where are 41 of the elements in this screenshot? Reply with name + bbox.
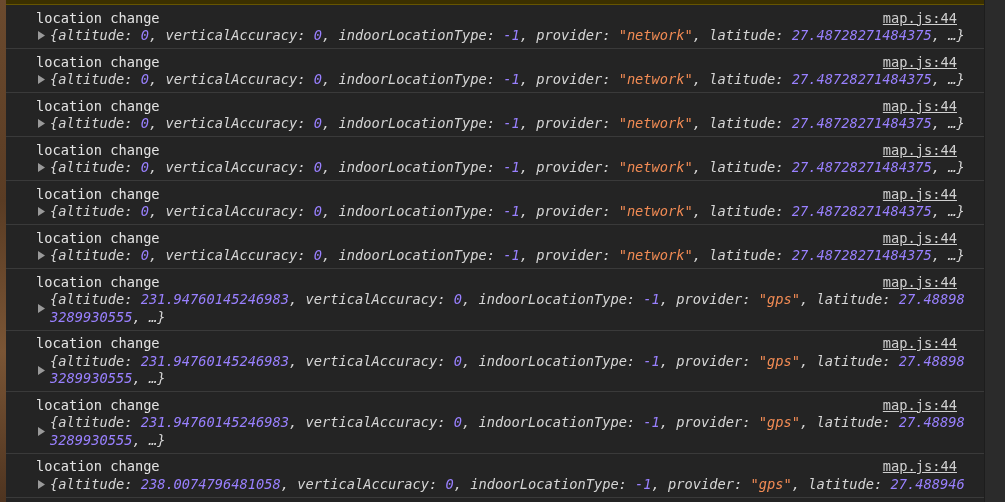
source-link[interactable]: map.js:44 bbox=[882, 396, 957, 414]
object-preview: {altitude: 231.94760145246983, verticalAccuracy: 0, indoorLocationType: -1, provider: "gps", latitude: 27.48898 3289930555, …} bbox=[50, 291, 965, 326]
object-preview: {altitude: 231.94760145246983, verticalAccuracy: 0, indoorLocationType: -1, provider: "gps", latitude: 27.48898 3289930555, …} bbox=[50, 352, 965, 388]
source-link[interactable]: map.js:44 bbox=[882, 458, 957, 476]
expand-triangle-icon[interactable] bbox=[38, 163, 45, 173]
expand-triangle-icon[interactable] bbox=[38, 365, 45, 375]
source-link[interactable]: map.js:44 bbox=[882, 229, 957, 247]
expand-triangle-icon[interactable] bbox=[38, 304, 45, 313]
log-message: location change bbox=[36, 141, 160, 159]
object-preview: {altitude: 0, verticalAccuracy: 0, indoorLocationType: -1, provider: "network", latitude: 27.48728271484375, …} bbox=[50, 247, 965, 265]
scrollbar[interactable] bbox=[984, 0, 1005, 502]
expand-triangle-icon[interactable] bbox=[38, 75, 45, 85]
log-message: location change bbox=[36, 97, 160, 115]
expand-triangle-icon[interactable] bbox=[38, 119, 45, 129]
source-link[interactable]: map.js:44 bbox=[882, 97, 957, 115]
log-message: location change bbox=[36, 335, 160, 353]
expand-triangle-icon[interactable] bbox=[38, 251, 45, 261]
object-preview: {altitude: 0, verticalAccuracy: 0, indoorLocationType: -1, provider: "network", latitude: 27.48728271484375, …} bbox=[50, 115, 965, 133]
object-preview: {altitude: 238.0074796481058, verticalAccuracy: 0, indoorLocationType: -1, provider: "gps", latitude: 27.488946 bbox=[50, 475, 965, 493]
log-message: location change bbox=[36, 185, 160, 203]
object-preview: {altitude: 0, verticalAccuracy: 0, indoorLocationType: -1, provider: "network", latitude: 27.48728271484375, …} bbox=[50, 27, 965, 45]
source-link[interactable]: map.js:44 bbox=[882, 185, 957, 203]
source-link[interactable]: map.js:44 bbox=[882, 273, 957, 291]
log-message: location change bbox=[36, 396, 160, 414]
object-preview: {altitude: 0, verticalAccuracy: 0, indoorLocationType: -1, provider: "network", latitude: 27.48728271484375, …} bbox=[50, 203, 965, 221]
log-message: location change bbox=[36, 458, 160, 476]
object-preview: {altitude: 0, verticalAccuracy: 0, indoorLocationType: -1, provider: "network", latitude: 27.48728271484375, …} bbox=[50, 159, 965, 177]
log-message: location change bbox=[36, 9, 160, 27]
expand-triangle-icon[interactable] bbox=[38, 31, 45, 41]
source-link[interactable]: map.js:44 bbox=[882, 9, 957, 27]
log-message: location change bbox=[36, 229, 160, 247]
expand-triangle-icon[interactable] bbox=[38, 479, 45, 489]
source-link[interactable]: map.js:44 bbox=[882, 141, 957, 159]
source-link[interactable]: map.js:44 bbox=[882, 335, 957, 353]
expand-triangle-icon[interactable] bbox=[38, 207, 45, 217]
object-preview: {altitude: 0, verticalAccuracy: 0, indoorLocationType: -1, provider: "network", latitude: 27.48728271484375, …} bbox=[50, 71, 965, 89]
log-message: location change bbox=[36, 273, 160, 291]
expand-triangle-icon[interactable] bbox=[38, 427, 45, 436]
source-link[interactable]: map.js:44 bbox=[882, 53, 957, 71]
log-message: location change bbox=[36, 53, 160, 71]
object-preview: {altitude: 231.94760145246983, verticalAccuracy: 0, indoorLocationType: -1, provider: "gps", latitude: 27.48898 3289930555, …} bbox=[50, 414, 965, 449]
